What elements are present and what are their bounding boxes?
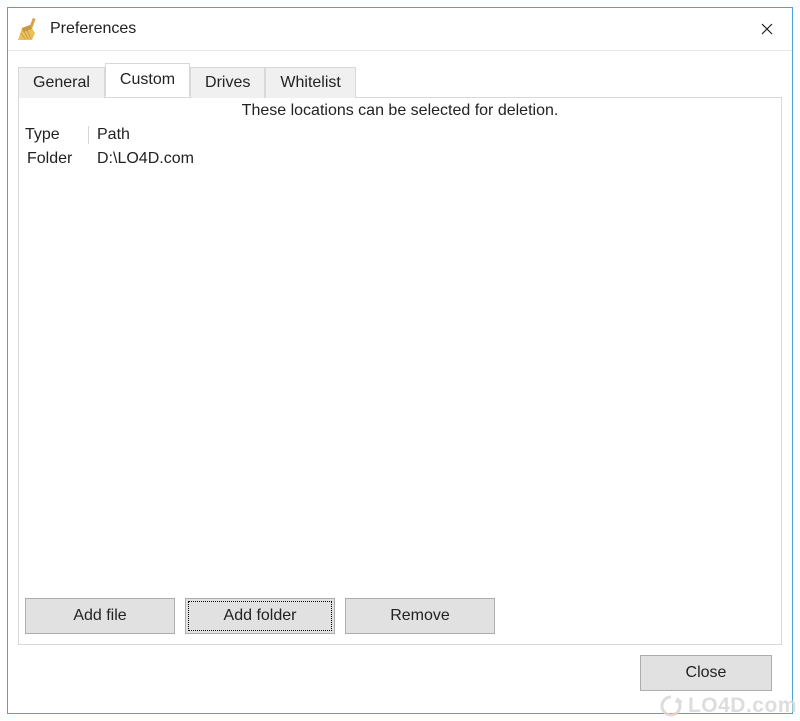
window-close-button[interactable] xyxy=(742,8,792,51)
tab-drives[interactable]: Drives xyxy=(190,67,265,98)
table-row[interactable]: Folder D:\LO4D.com xyxy=(21,146,779,168)
locations-table: Type Path Folder D:\LO4D.com xyxy=(19,124,781,590)
tab-custom[interactable]: Custom xyxy=(105,63,190,97)
close-button[interactable]: Close xyxy=(640,655,772,691)
cell-type: Folder xyxy=(21,150,89,168)
dialog-footer: Close xyxy=(18,645,782,703)
column-header-type[interactable]: Type xyxy=(21,126,89,144)
table-header: Type Path xyxy=(21,124,779,146)
tab-panel-custom: These locations can be selected for dele… xyxy=(18,97,782,645)
window-title: Preferences xyxy=(50,20,742,38)
column-header-path[interactable]: Path xyxy=(89,126,779,144)
panel-buttons: Add file Add folder Remove xyxy=(19,590,781,644)
add-folder-button[interactable]: Add folder xyxy=(185,598,335,634)
panel-description: These locations can be selected for dele… xyxy=(19,98,781,124)
cell-path: D:\LO4D.com xyxy=(89,150,779,168)
titlebar: Preferences xyxy=(8,8,792,51)
preferences-window: Preferences General Custom Drives Whitel… xyxy=(7,7,793,714)
window-body: General Custom Drives Whitelist These lo… xyxy=(8,51,792,713)
add-file-button[interactable]: Add file xyxy=(25,598,175,634)
tabs-row: General Custom Drives Whitelist xyxy=(18,65,782,97)
tab-general[interactable]: General xyxy=(18,67,105,98)
broom-icon xyxy=(18,18,40,40)
tab-whitelist[interactable]: Whitelist xyxy=(265,67,355,98)
remove-button[interactable]: Remove xyxy=(345,598,495,634)
